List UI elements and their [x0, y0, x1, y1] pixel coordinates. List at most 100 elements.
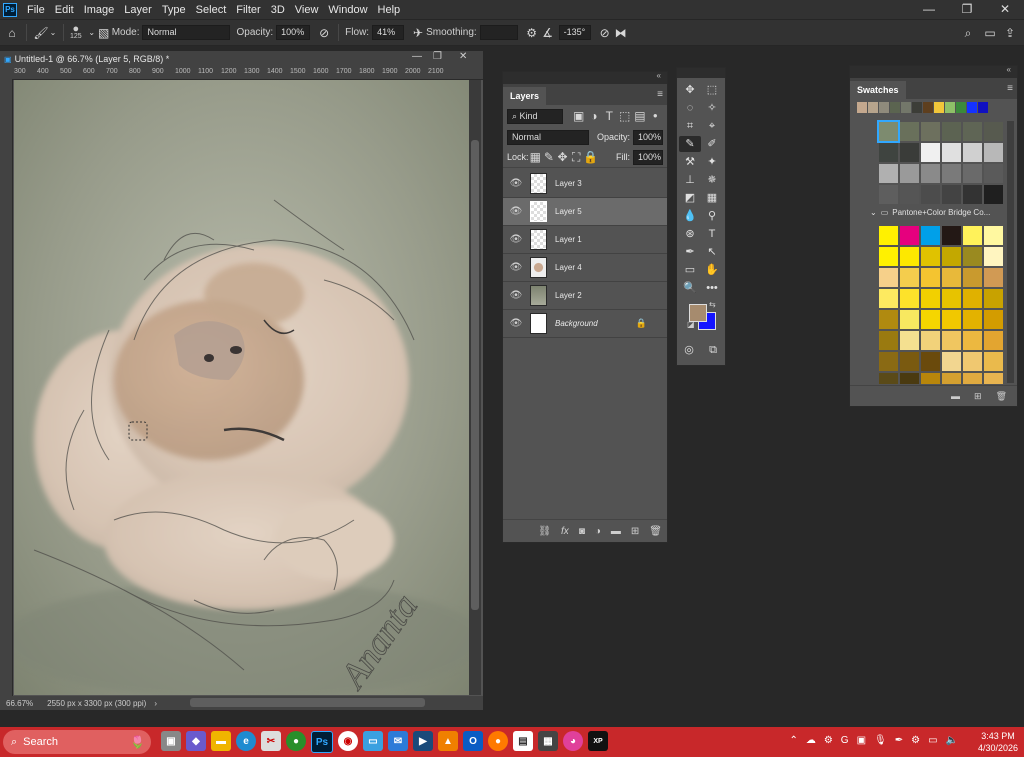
layer-thumbnail[interactable] — [530, 201, 547, 222]
swatch[interactable] — [963, 164, 982, 183]
move-tool-icon[interactable]: ✥ — [679, 82, 701, 98]
marquee-tool-icon[interactable]: ⬚ — [701, 82, 723, 98]
blend-mode-select[interactable]: Normal — [507, 129, 589, 145]
horizontal-ruler[interactable]: 300 400 500 600 700 800 900 1000 1100 1200 1300 140… — [0, 67, 483, 80]
crop-tool-icon[interactable]: ⌗ — [679, 118, 701, 134]
swatch[interactable] — [942, 247, 961, 266]
recent-swatch[interactable] — [868, 102, 878, 113]
brush-tool-icon[interactable]: ✎ — [679, 136, 701, 152]
zoom-tool-icon[interactable]: 🔍 — [679, 280, 701, 296]
snipping-tool-icon[interactable]: ✂ — [261, 731, 281, 751]
panel-menu-icon[interactable]: ≡ — [1007, 83, 1013, 94]
close-button[interactable]: ✕ — [986, 0, 1024, 19]
swatch[interactable] — [942, 373, 961, 384]
app-icon[interactable]: ◉ — [338, 731, 358, 751]
app-icon[interactable]: ▶ — [413, 731, 433, 751]
blur-tool-icon[interactable]: 💧 — [679, 208, 701, 224]
brush-settings-icon[interactable]: ▧ — [96, 25, 112, 41]
clock[interactable]: 3:43 PM 4/30/2026 — [978, 730, 1018, 754]
swatch[interactable] — [921, 373, 940, 384]
lock-transparent-icon[interactable]: ▦ — [529, 149, 543, 165]
eraser-icon[interactable]: ◩ — [679, 190, 701, 206]
swatches-scrollbar[interactable] — [1007, 121, 1014, 383]
layer-row-background[interactable]: 👁 Background 🔒 — [503, 310, 667, 338]
swatch[interactable] — [984, 268, 1003, 287]
swatch[interactable] — [921, 122, 940, 141]
chevron-right-icon[interactable]: › — [154, 699, 157, 708]
chevron-down-icon[interactable]: ⌄ — [49, 25, 57, 41]
menu-help[interactable]: Help — [373, 4, 406, 16]
new-group-icon[interactable]: ▬ — [951, 391, 960, 401]
spot-heal-icon[interactable]: ✦ — [701, 154, 723, 170]
gradient-icon[interactable]: ▦ — [701, 190, 723, 206]
smart-object-filter-icon[interactable]: ▤ — [632, 108, 647, 124]
recent-swatch[interactable] — [934, 102, 944, 113]
hand-tool-icon[interactable]: ✋ — [701, 262, 723, 278]
smoothing-input[interactable] — [479, 25, 518, 40]
quick-mask-icon[interactable]: ◎ — [678, 342, 700, 358]
history-brush-icon[interactable]: ✵ — [701, 172, 723, 188]
chevron-down-icon[interactable]: ⌄ — [88, 25, 96, 41]
tab-layers[interactable]: Layers — [503, 87, 547, 105]
app-tray-icon[interactable]: ⚙ — [911, 735, 920, 746]
gear-icon[interactable]: ⚙ — [524, 25, 540, 41]
app-icon[interactable]: ✉ — [388, 731, 408, 751]
new-swatch-icon[interactable]: ⊞ — [974, 391, 982, 402]
swatch[interactable] — [900, 289, 919, 308]
doc-restore-icon[interactable]: ❐ — [433, 51, 442, 62]
swatch[interactable] — [984, 373, 1003, 384]
display-icon[interactable]: ▭ — [928, 735, 937, 746]
clone-stamp-icon[interactable]: ⊥ — [679, 172, 701, 188]
swatch[interactable] — [942, 226, 961, 245]
task-view-icon[interactable]: ▣ — [161, 731, 181, 751]
adjustment-layer-icon[interactable]: ◑ — [595, 526, 601, 537]
swatch[interactable] — [900, 122, 919, 141]
layer-name[interactable]: Layer 3 — [555, 179, 582, 188]
recent-swatch[interactable] — [901, 102, 911, 113]
visibility-eye-icon[interactable]: 👁 — [507, 206, 525, 217]
photoshop-logo-icon[interactable]: Ps — [3, 2, 17, 17]
new-group-icon[interactable]: ▬ — [611, 526, 621, 537]
filter-toggle-icon[interactable]: ● — [648, 108, 663, 124]
doc-minimize-icon[interactable]: — — [412, 51, 422, 62]
calculator-icon[interactable]: ▦ — [538, 731, 558, 751]
swatch[interactable] — [984, 164, 1003, 183]
menu-select[interactable]: Select — [191, 4, 232, 16]
layer-row-layer-4[interactable]: 👁 Layer 4 — [503, 254, 667, 282]
swatch[interactable] — [942, 122, 961, 141]
swatch[interactable] — [942, 164, 961, 183]
lock-artboard-icon[interactable]: ⛶ — [569, 149, 583, 165]
pen-tool-icon[interactable]: ✒ — [679, 244, 701, 260]
pen-icon[interactable]: ✒ — [895, 735, 903, 746]
menu-window[interactable]: Window — [323, 4, 372, 16]
swatch[interactable] — [879, 268, 898, 287]
swatch[interactable] — [879, 331, 898, 350]
magic-wand-icon[interactable]: ✧ — [701, 100, 723, 116]
swatch[interactable] — [900, 143, 919, 162]
share-icon[interactable]: ⇪ — [1002, 25, 1018, 41]
pencil-icon[interactable]: ✐ — [701, 136, 723, 152]
swatch[interactable] — [984, 310, 1003, 329]
chrome-icon[interactable]: ● — [286, 731, 306, 751]
rectangle-tool-icon[interactable]: ▭ — [679, 262, 701, 278]
layer-thumbnail[interactable] — [530, 313, 547, 334]
edge-icon[interactable]: e — [236, 731, 256, 751]
swatch[interactable] — [921, 268, 940, 287]
add-mask-icon[interactable]: ◙ — [579, 526, 585, 537]
recent-swatch[interactable] — [923, 102, 933, 113]
swatch[interactable] — [921, 164, 940, 183]
symmetry-icon[interactable]: ⧓ — [613, 25, 629, 41]
swatch[interactable] — [942, 268, 961, 287]
swatch[interactable] — [942, 352, 961, 371]
smudge-icon[interactable]: ⚲ — [701, 208, 723, 224]
swatch[interactable] — [900, 268, 919, 287]
visibility-eye-icon[interactable]: 👁 — [507, 234, 525, 245]
trash-icon[interactable]: 🗑 — [996, 391, 1007, 402]
scrollbar-thumb[interactable] — [471, 140, 479, 610]
layer-row-layer-3[interactable]: 👁 Layer 3 — [503, 170, 667, 198]
menu-layer[interactable]: Layer — [119, 4, 157, 16]
visibility-eye-icon[interactable]: 👁 — [507, 178, 525, 189]
swatch[interactable] — [984, 331, 1003, 350]
swatch[interactable] — [984, 122, 1003, 141]
healing-brush-icon[interactable]: ⚒ — [679, 154, 701, 170]
